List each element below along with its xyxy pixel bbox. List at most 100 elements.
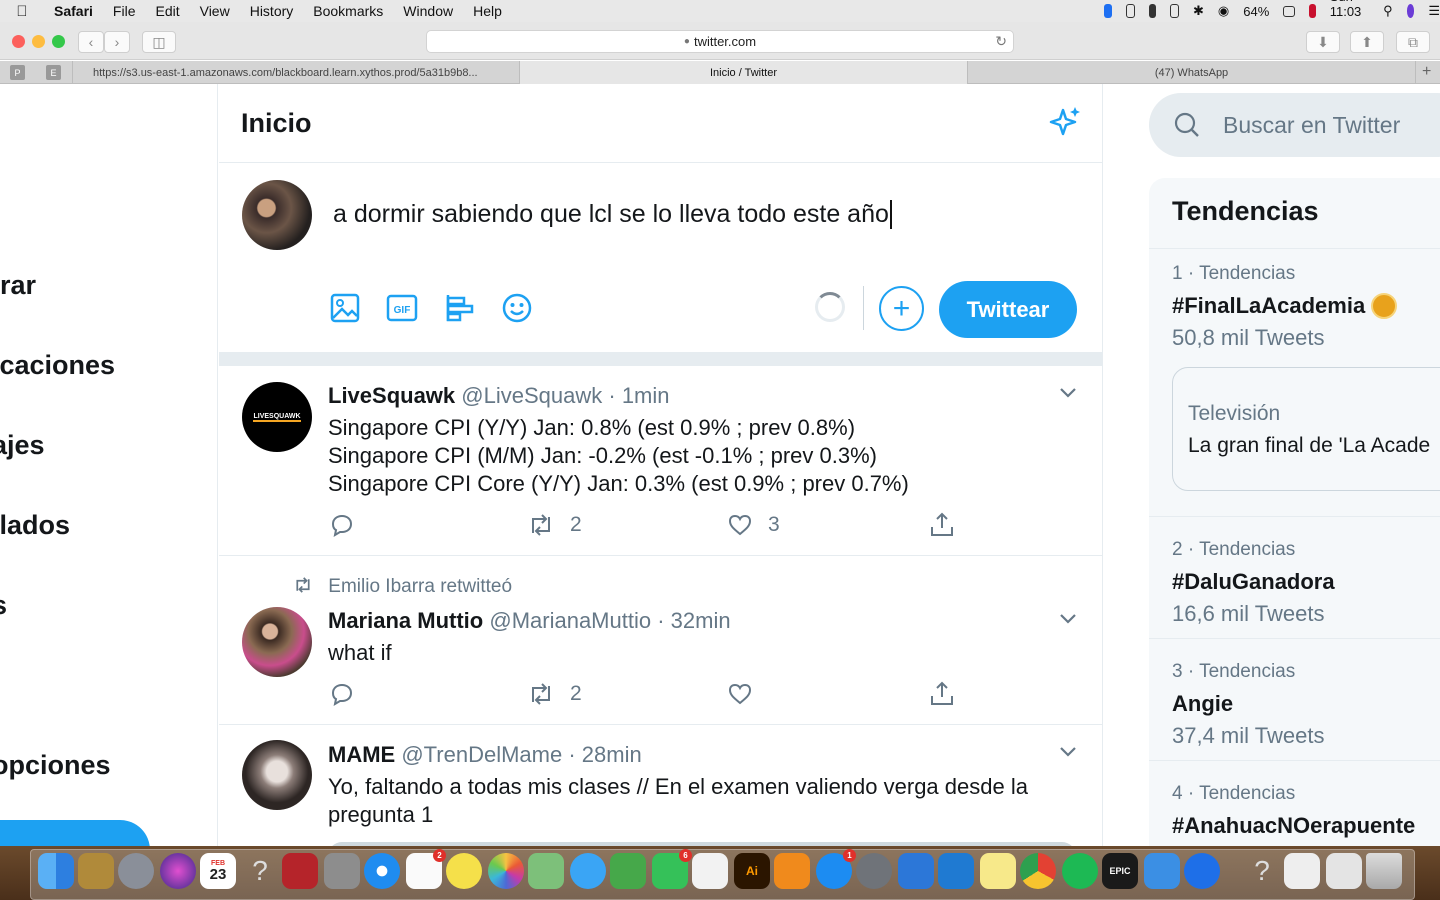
document-icon-2[interactable] — [1326, 853, 1362, 889]
like-button[interactable]: 3 — [726, 511, 780, 539]
textedit-icon[interactable] — [692, 853, 728, 889]
vscode-icon[interactable] — [938, 853, 974, 889]
share-button[interactable] — [928, 511, 956, 539]
chevron-down-icon[interactable] — [1057, 740, 1079, 767]
nav-tweet-button[interactable] — [0, 820, 150, 846]
image-icon[interactable] — [329, 292, 361, 324]
nav-item-messages[interactable]: ajes — [0, 430, 45, 461]
spotlight-icon[interactable]: ⚲ — [1383, 3, 1393, 19]
nav-item-lists[interactable]: s — [0, 590, 7, 621]
trend-item[interactable]: 2 · Tendencias #DaluGanadora 16,6 mil Tw… — [1149, 516, 1440, 638]
safari-icon[interactable] — [364, 853, 400, 889]
add-thread-button[interactable]: + — [879, 286, 924, 331]
nav-item-explore[interactable]: rar — [0, 270, 36, 301]
tweet-time[interactable]: · 28min — [568, 742, 641, 767]
illustrator-icon[interactable]: Ai — [734, 853, 770, 889]
gif-icon[interactable]: GIF — [386, 292, 418, 324]
avatar[interactable] — [242, 740, 312, 810]
photo-booth-icon[interactable] — [282, 853, 318, 889]
books-icon[interactable] — [774, 853, 810, 889]
trend-item[interactable]: 1 · Tendencias #FinalLaAcademia 50,8 mil… — [1149, 248, 1440, 516]
maps-icon[interactable] — [528, 853, 564, 889]
chevron-down-icon[interactable] — [1057, 607, 1079, 634]
address-bar[interactable]: ● twitter.com ↻ — [426, 30, 1014, 53]
menu-file[interactable]: File — [103, 3, 146, 19]
menu-edit[interactable]: Edit — [145, 3, 189, 19]
tab-overview-button[interactable]: ⧉ — [1396, 31, 1430, 53]
input-source-flag-icon[interactable] — [1308, 4, 1316, 18]
unknown-app-icon[interactable]: ? — [242, 853, 278, 889]
wifi-icon[interactable]: ◉ — [1218, 3, 1229, 19]
tweet-card[interactable]: MAME @TrenDelMame · 28min Yo, faltando a… — [219, 726, 1103, 846]
trend-item[interactable]: 3 · Tendencias Angie 37,4 mil Tweets — [1149, 638, 1440, 760]
spotify-icon[interactable] — [1062, 853, 1098, 889]
system-preferences-icon[interactable] — [856, 853, 892, 889]
retweet-button[interactable]: 2 — [526, 511, 582, 539]
like-button[interactable] — [726, 680, 754, 708]
menu-app-name[interactable]: Safari — [44, 3, 103, 19]
new-tab-button[interactable]: + — [1422, 63, 1431, 81]
search-input[interactable]: Buscar en Twitter — [1149, 93, 1440, 157]
nav-item-bookmarks[interactable]: ilados — [0, 510, 70, 541]
author-name[interactable]: MAME — [328, 742, 395, 767]
tab-twitter[interactable]: Inicio / Twitter — [520, 61, 968, 84]
poll-icon[interactable] — [444, 292, 476, 324]
share-button[interactable] — [928, 680, 956, 708]
epic-games-icon[interactable]: EPIC — [1102, 853, 1138, 889]
pinned-tab-p[interactable]: P — [10, 65, 25, 80]
zoom-window-button[interactable] — [52, 35, 65, 48]
retweet-button[interactable]: 2 — [526, 680, 582, 708]
tweet-card[interactable]: Emilio Ibarra retwitteó Mariana Muttio @… — [219, 557, 1103, 725]
tab-whatsapp[interactable]: (47) WhatsApp — [968, 61, 1416, 84]
reply-button[interactable] — [328, 680, 356, 708]
downloads-button[interactable]: ⬇ — [1306, 31, 1340, 53]
close-window-button[interactable] — [12, 35, 25, 48]
tweet-button[interactable]: Twittear — [939, 281, 1077, 338]
avatar[interactable] — [242, 607, 312, 677]
trend-news-card[interactable]: Televisión La gran final de 'La Acade — [1172, 367, 1440, 491]
document-icon[interactable] — [1284, 853, 1320, 889]
pinned-tab-e[interactable]: E — [46, 65, 61, 80]
bluetooth-file-exchange-icon[interactable] — [898, 853, 934, 889]
avatar[interactable] — [242, 180, 312, 250]
menu-window[interactable]: Window — [393, 3, 463, 19]
teamviewer-dock-icon[interactable] — [1184, 853, 1220, 889]
tweet-time[interactable]: · 1min — [608, 383, 669, 408]
facetime-icon[interactable]: 6 — [652, 849, 692, 889]
nav-item-notifications[interactable]: icaciones — [0, 350, 115, 381]
creative-cloud-icon[interactable] — [1125, 4, 1135, 18]
author-name[interactable]: LiveSquawk — [328, 383, 455, 408]
author-name[interactable]: Mariana Muttio — [328, 608, 483, 633]
finder-icon[interactable] — [38, 853, 74, 889]
messages-icon[interactable] — [570, 853, 606, 889]
battery-percent[interactable]: 64% — [1243, 4, 1269, 19]
sparkle-icon[interactable] — [1047, 104, 1083, 145]
launchpad-icon[interactable] — [118, 853, 154, 889]
chrome-icon[interactable] — [1020, 853, 1056, 889]
minimize-window-button[interactable] — [32, 35, 45, 48]
teamviewer-icon[interactable] — [1104, 4, 1112, 18]
retweeted-by[interactable]: Emilio Ibarra retwitteó — [328, 576, 512, 597]
alfred-icon[interactable] — [1148, 4, 1157, 18]
siri-dock-icon[interactable] — [160, 853, 196, 889]
chevron-down-icon[interactable] — [1057, 381, 1079, 408]
reload-icon[interactable]: ↻ — [995, 33, 1007, 50]
airplay-icon[interactable] — [1170, 4, 1179, 18]
sidebar-toggle-button[interactable]: ◫ — [142, 31, 176, 53]
app-store-icon[interactable]: 1 — [816, 849, 856, 889]
trend-item[interactable]: 4 · Tendencias #AnahuacNOerapuente — [1149, 760, 1440, 846]
reminders-icon[interactable]: 2 — [406, 849, 446, 889]
forward-button[interactable]: › — [104, 31, 130, 53]
tweet-time[interactable]: · 32min — [657, 608, 730, 633]
share-button[interactable]: ⬆ — [1350, 31, 1384, 53]
author-handle[interactable]: @LiveSquawk — [461, 383, 602, 408]
nav-item-more-options[interactable]: opciones — [0, 750, 111, 781]
bluetooth-icon[interactable]: ✱ — [1193, 3, 1204, 19]
composer-input[interactable]: a dormir sabiendo que lcl se lo lleva to… — [333, 200, 892, 229]
trash-icon[interactable] — [1366, 853, 1402, 889]
calculator-icon[interactable] — [324, 853, 360, 889]
menu-help[interactable]: Help — [463, 3, 512, 19]
avatar[interactable]: LIVESQUAWK — [242, 382, 312, 452]
apple-icon[interactable]:  — [0, 3, 44, 20]
calendar-icon[interactable]: FEB 23 — [200, 853, 236, 889]
